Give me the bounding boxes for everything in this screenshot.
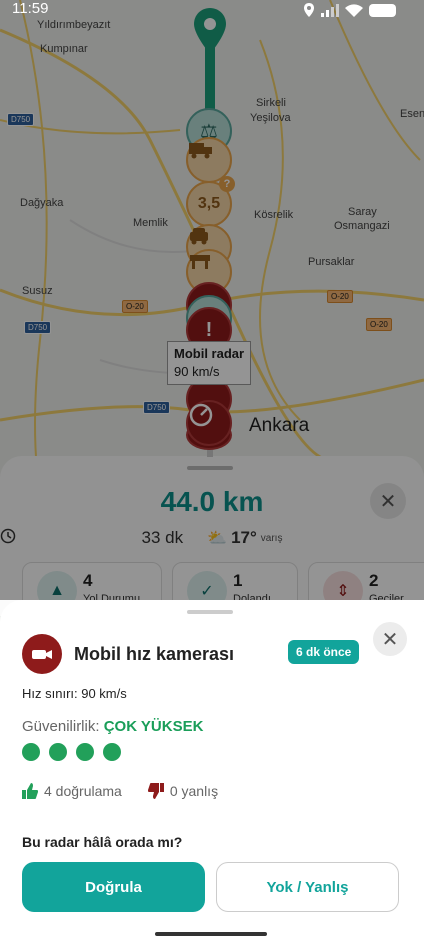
- radar-question: Bu radar hâlâ orada mı?: [22, 834, 183, 850]
- battery-icon: [369, 3, 396, 17]
- wifi-icon: [345, 3, 363, 17]
- reliability-dots: [22, 743, 121, 761]
- thumbs-up-icon: [22, 783, 38, 799]
- reliability-dot: [103, 743, 121, 761]
- reliability-dot: [49, 743, 67, 761]
- signal-icon: [321, 3, 339, 17]
- status-time: 11:59: [12, 0, 49, 17]
- vote-summary: 4 doğrulama 0 yanlış: [22, 783, 218, 799]
- reject-button[interactable]: Yok / Yanlış: [216, 862, 399, 912]
- home-indicator[interactable]: [155, 932, 267, 936]
- thumbs-down-icon: [147, 783, 164, 799]
- reliability-dot: [22, 743, 40, 761]
- reliability-dot: [76, 743, 94, 761]
- modal-overlay[interactable]: [0, 0, 424, 600]
- status-bar: 11:59: [0, 0, 424, 20]
- location-icon: [304, 3, 314, 17]
- confirm-button[interactable]: Doğrula: [22, 862, 205, 912]
- reliability: Güvenilirlik: ÇOK YÜKSEK: [22, 718, 203, 735]
- wrong-count: 0 yanlış: [169, 783, 219, 799]
- camera-icon: [22, 634, 62, 674]
- confirmation-count: 4 doğrulama: [44, 783, 122, 799]
- speed-limit: Hız sınırı: 90 km/s: [22, 686, 127, 701]
- radar-title: Mobil hız kamerası: [74, 644, 235, 664]
- close-sheet-button[interactable]: ✕: [373, 622, 407, 656]
- reliability-value: ÇOK YÜKSEK: [103, 718, 204, 735]
- reliability-label: Güvenilirlik:: [22, 718, 100, 735]
- sheet-drag-handle[interactable]: [187, 610, 233, 614]
- radar-detail-sheet: Mobil hız kamerası 6 dk önce ✕ Hız sınır…: [0, 600, 424, 946]
- time-ago-badge: 6 dk önce: [288, 640, 360, 664]
